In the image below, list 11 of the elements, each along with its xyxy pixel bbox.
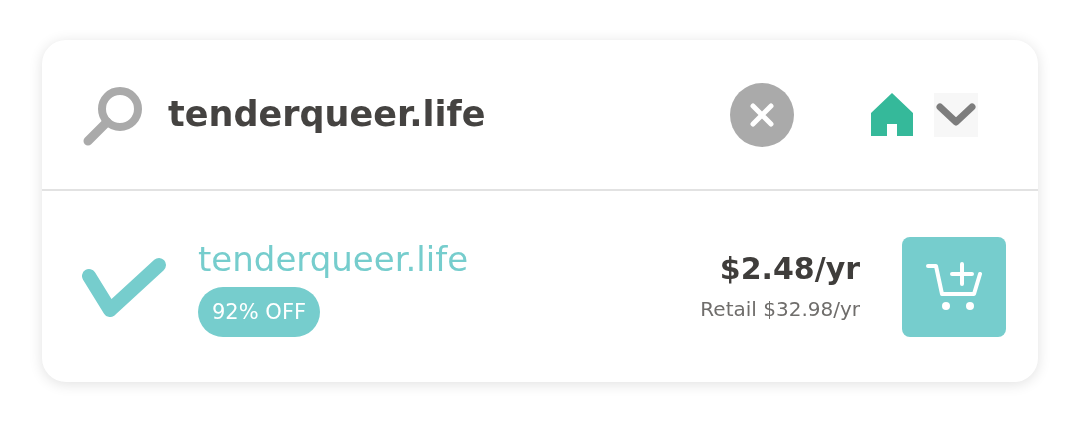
- add-to-cart-button[interactable]: [902, 236, 1006, 337]
- price: $2.48/yr: [719, 250, 860, 288]
- domain-name: tenderqueer.life: [198, 237, 469, 281]
- home-icon[interactable]: [870, 91, 914, 138]
- chevron-down-icon: [936, 102, 976, 127]
- retail-price: Retail $32.98/yr: [699, 296, 860, 323]
- discount-badge: 92% OFF: [198, 286, 321, 337]
- dropdown-button[interactable]: [934, 92, 978, 137]
- search-field[interactable]: tenderqueer.life: [168, 88, 688, 141]
- cart-plus-icon: [926, 261, 982, 312]
- close-icon: [749, 101, 775, 128]
